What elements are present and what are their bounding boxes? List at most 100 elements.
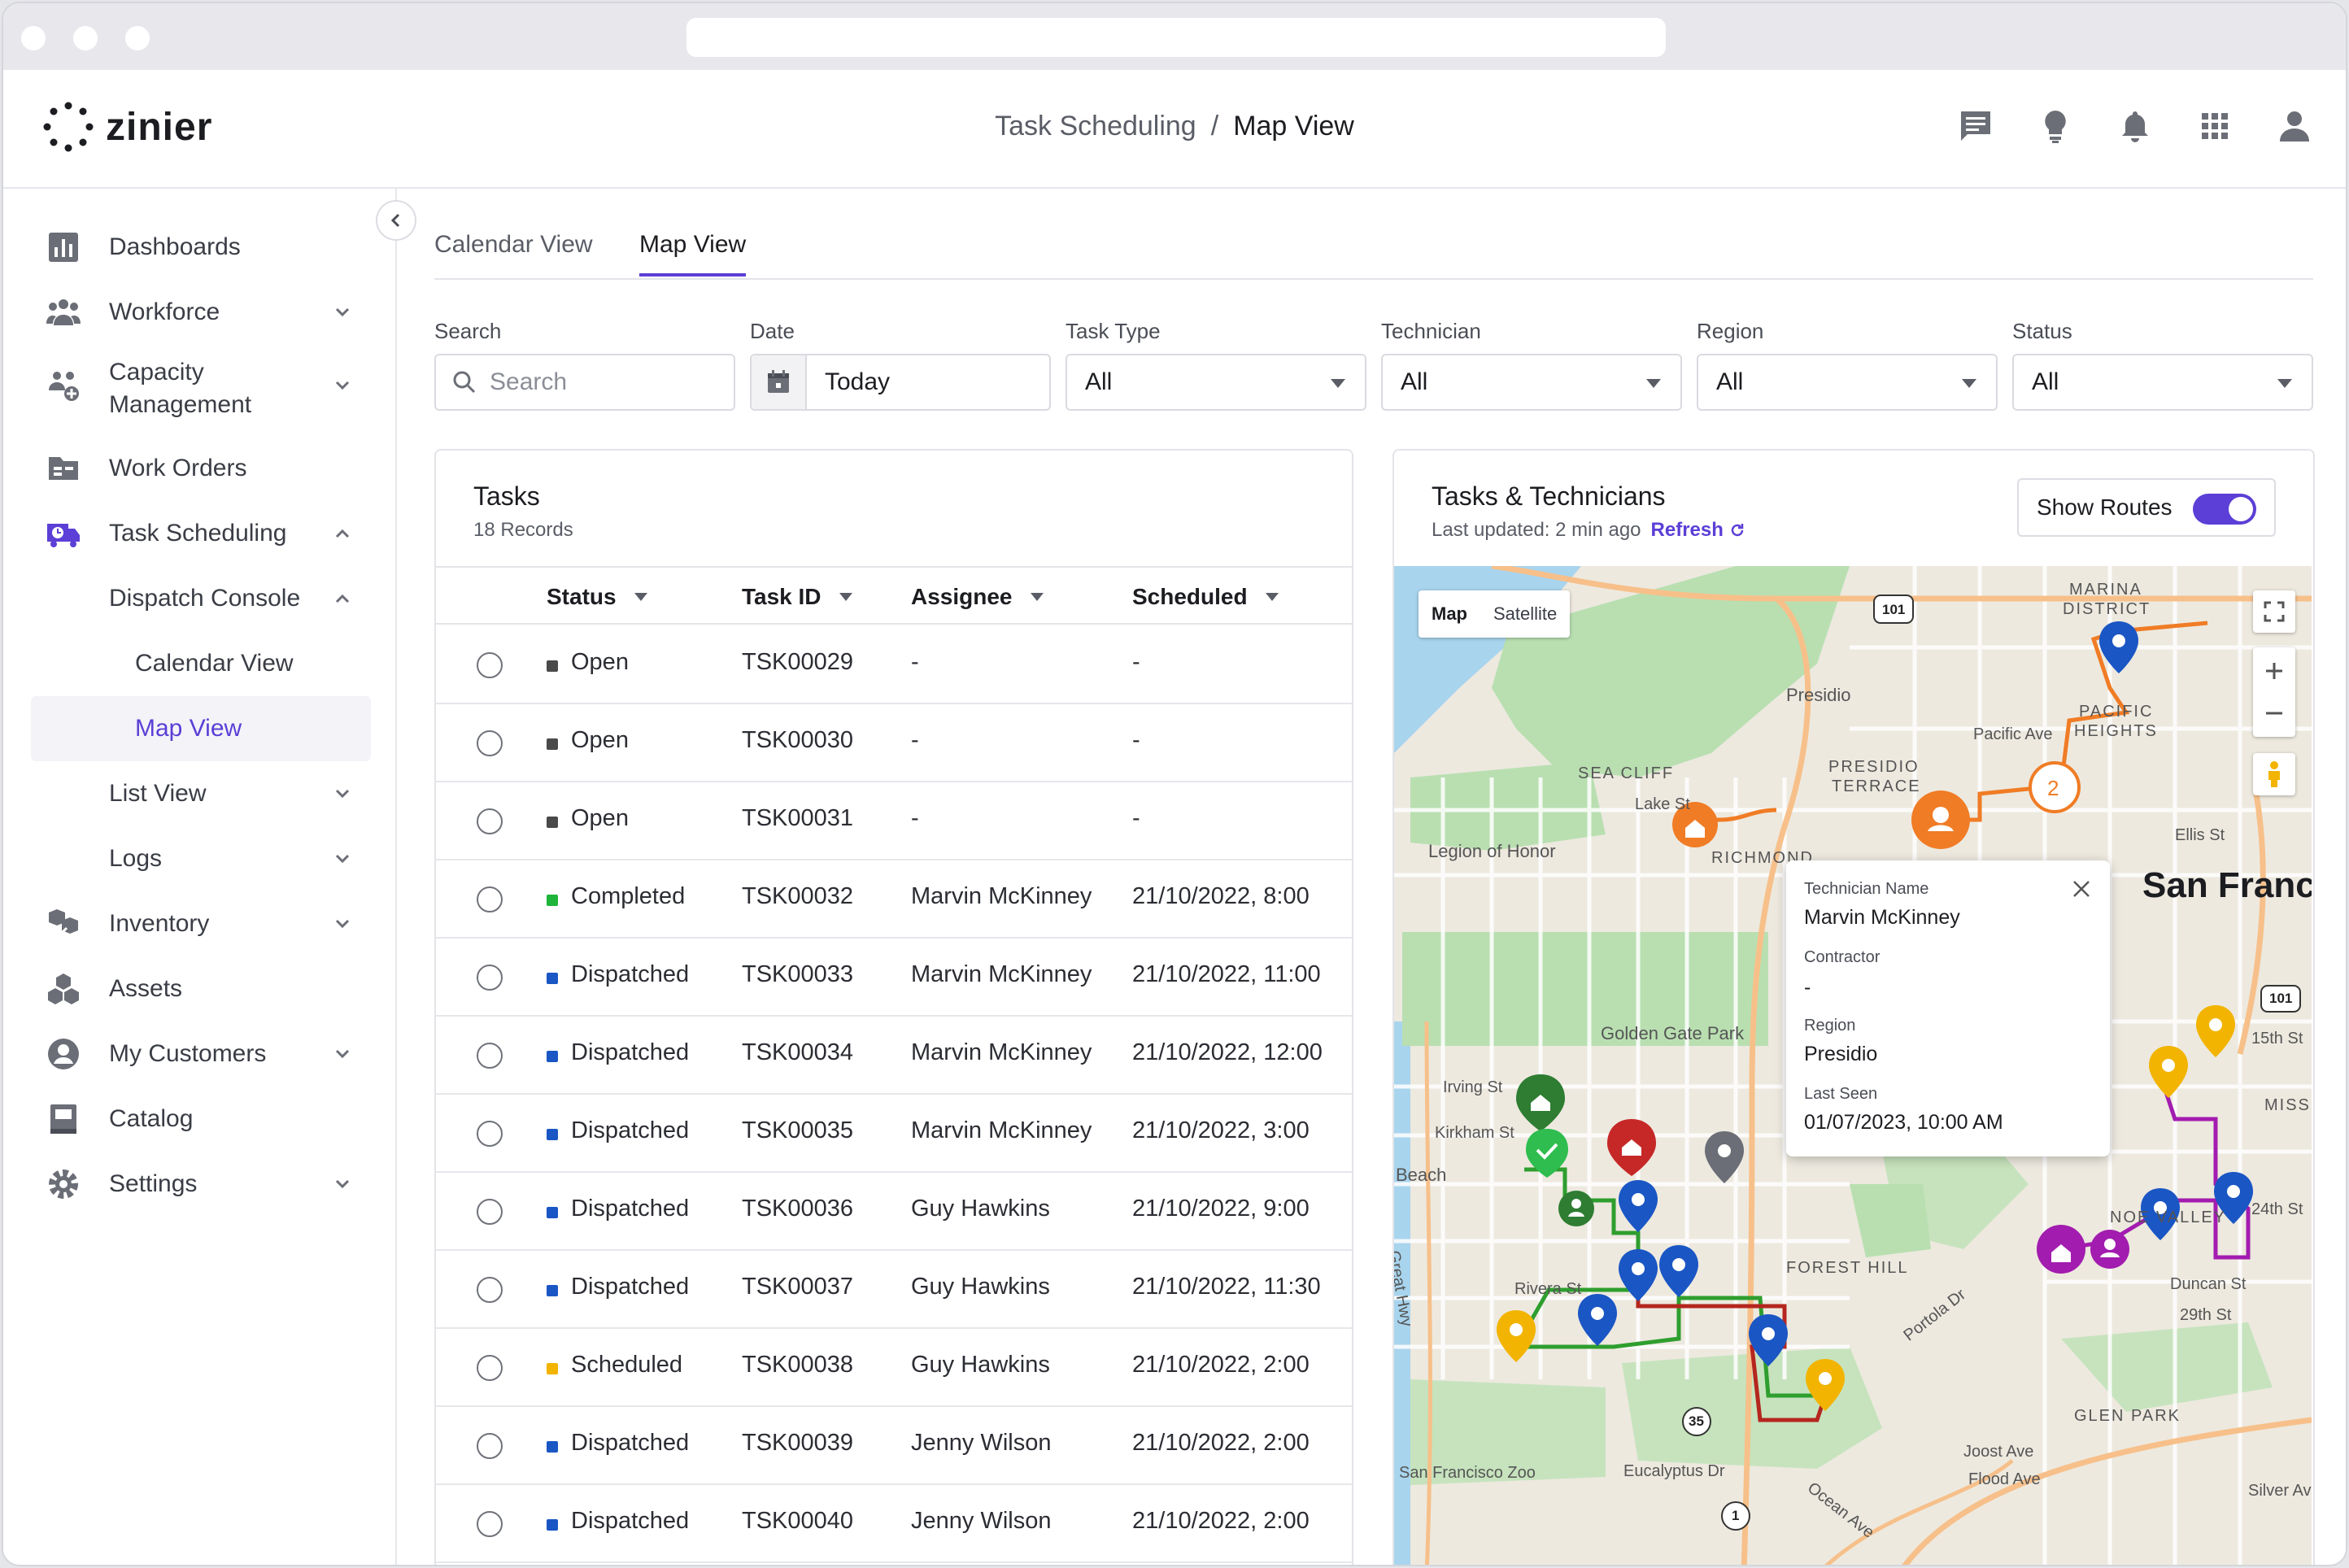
column-header-scheduled[interactable]: Scheduled bbox=[1132, 584, 1279, 610]
lightbulb-icon[interactable] bbox=[2037, 107, 2074, 145]
apps-grid-icon[interactable] bbox=[2196, 107, 2234, 145]
refresh-link[interactable]: Refresh bbox=[1651, 519, 1745, 541]
chevron-up-icon[interactable] bbox=[330, 521, 355, 546]
tasks-panel: Tasks 18 Records Status Task ID Assignee… bbox=[434, 449, 1353, 1565]
search-field[interactable] bbox=[434, 354, 735, 411]
table-row[interactable]: Open TSK00029 - - bbox=[436, 626, 1352, 704]
task-type-select[interactable]: All bbox=[1066, 354, 1366, 411]
table-row[interactable]: Dispatched TSK00034 Marvin McKinney 21/10/2… bbox=[436, 1017, 1352, 1095]
row-select-radio[interactable] bbox=[477, 1199, 503, 1225]
fullscreen-button[interactable] bbox=[2253, 590, 2295, 633]
status-select[interactable]: All bbox=[2012, 354, 2313, 411]
sidebar-item-work-orders[interactable]: Work Orders bbox=[3, 436, 397, 501]
sidebar-item-label: Dashboards bbox=[109, 233, 241, 260]
assignee-cell: - bbox=[911, 805, 919, 831]
row-select-radio[interactable] bbox=[477, 1355, 503, 1381]
zoom-out-icon[interactable] bbox=[2263, 702, 2286, 725]
task-id-cell: TSK00039 bbox=[742, 1430, 854, 1456]
chevron-down-icon[interactable] bbox=[330, 912, 355, 936]
row-select-radio[interactable] bbox=[477, 965, 503, 991]
date-picker[interactable]: Today bbox=[750, 354, 1051, 411]
table-row[interactable]: Scheduled TSK00038 Guy Hawkins 21/10/2022, … bbox=[436, 1329, 1352, 1407]
table-row[interactable]: Dispatched TSK00037 Guy Hawkins 21/10/2022,… bbox=[436, 1251, 1352, 1329]
column-header-assignee[interactable]: Assignee bbox=[911, 584, 1044, 610]
row-select-radio[interactable] bbox=[477, 730, 503, 756]
tab-calendar-view[interactable]: Calendar View bbox=[434, 231, 593, 273]
chevron-down-icon[interactable] bbox=[330, 847, 355, 871]
sidebar-item-my-customers[interactable]: My Customers bbox=[3, 1021, 397, 1087]
table-row[interactable]: Dispatched TSK00035 Marvin McKinney 21/10/2… bbox=[436, 1095, 1352, 1173]
column-header-status[interactable]: Status bbox=[547, 584, 647, 610]
user-avatar-icon[interactable] bbox=[2276, 107, 2313, 145]
sidebar-item-task-scheduling[interactable]: Task Scheduling bbox=[3, 501, 397, 566]
status-cell: Open bbox=[571, 805, 629, 831]
sidebar-collapse-button[interactable] bbox=[376, 200, 416, 241]
row-select-radio[interactable] bbox=[477, 1277, 503, 1303]
sidebar-item-dashboards[interactable]: Dashboards bbox=[3, 215, 397, 280]
row-select-radio[interactable] bbox=[477, 1511, 503, 1537]
table-row[interactable]: Dispatched TSK00036 Guy Hawkins 21/10/2022,… bbox=[436, 1173, 1352, 1251]
column-label: Scheduled bbox=[1132, 584, 1248, 609]
table-row[interactable]: Dispatched TSK00039 Jenny Wilson 21/10/2022… bbox=[436, 1407, 1352, 1485]
chevron-down-icon[interactable] bbox=[330, 782, 355, 806]
row-select-radio[interactable] bbox=[477, 808, 503, 834]
bell-icon[interactable] bbox=[2116, 107, 2154, 145]
table-row[interactable]: Open TSK00031 - - bbox=[436, 782, 1352, 860]
table-row[interactable]: Completed TSK00032 Marvin McKinney 21/10/20… bbox=[436, 860, 1352, 939]
highway-shield-label: 101 bbox=[2269, 991, 2293, 1006]
sidebar-item-capacity-management[interactable]: Capacity Management bbox=[3, 345, 397, 426]
window-close-dot[interactable] bbox=[21, 26, 46, 50]
sidebar-item-inventory[interactable]: Inventory bbox=[3, 891, 397, 956]
close-icon[interactable] bbox=[2071, 878, 2092, 899]
street-view-button[interactable] bbox=[2253, 753, 2295, 795]
sidebar-item-list-view[interactable]: List View bbox=[3, 761, 397, 826]
status-indicator bbox=[547, 817, 558, 828]
cluster-count[interactable]: 2 bbox=[2047, 776, 2059, 801]
table-row[interactable]: Open TSK00030 - - bbox=[436, 704, 1352, 782]
search-input[interactable] bbox=[490, 368, 717, 396]
sidebar-item-dispatch-console[interactable]: Dispatch Console bbox=[3, 566, 397, 631]
row-select-radio[interactable] bbox=[477, 652, 503, 678]
sidebar-item-settings[interactable]: Settings bbox=[3, 1152, 397, 1217]
task-id-cell: TSK00031 bbox=[742, 805, 854, 831]
sidebar-item-catalog[interactable]: Catalog bbox=[3, 1087, 397, 1152]
table-row[interactable]: Dispatched TSK00033 Marvin McKinney 21/10/2… bbox=[436, 939, 1352, 1017]
sidebar-item-calendar-view[interactable]: Calendar View bbox=[3, 631, 397, 696]
row-select-radio[interactable] bbox=[477, 886, 503, 912]
chevron-up-icon[interactable] bbox=[330, 586, 355, 611]
row-select-radio[interactable] bbox=[477, 1433, 503, 1459]
task-id-cell: TSK00036 bbox=[742, 1196, 854, 1222]
chat-icon[interactable] bbox=[1957, 107, 1994, 145]
calendar-button[interactable] bbox=[752, 355, 807, 409]
chevron-down-icon[interactable] bbox=[330, 1042, 355, 1066]
technician-select[interactable]: All bbox=[1381, 354, 1682, 411]
row-select-radio[interactable] bbox=[477, 1121, 503, 1147]
table-row[interactable]: Dispatched TSK00040 Jenny Wilson 21/10/2022… bbox=[436, 1485, 1352, 1563]
sidebar-item-workforce[interactable]: Workforce bbox=[3, 280, 397, 345]
map-label: FOREST HILL bbox=[1786, 1259, 1909, 1277]
browser-window: zinier Task Scheduling / Map View Dashboar… bbox=[2, 2, 2347, 1566]
row-select-radio[interactable] bbox=[477, 1043, 503, 1069]
chevron-down-icon[interactable] bbox=[330, 373, 355, 398]
main-content: Calendar View Map View Search Date Today… bbox=[399, 189, 2346, 1565]
chevron-down-icon[interactable] bbox=[330, 300, 355, 324]
window-maximize-dot[interactable] bbox=[125, 26, 150, 50]
column-header-task-id[interactable]: Task ID bbox=[742, 584, 852, 610]
region-select[interactable]: All bbox=[1697, 354, 1998, 411]
url-bar[interactable] bbox=[686, 18, 1666, 57]
window-minimize-dot[interactable] bbox=[73, 26, 98, 50]
tab-map-view[interactable]: Map View bbox=[639, 231, 747, 277]
sidebar-item-assets[interactable]: Assets bbox=[3, 956, 397, 1021]
breadcrumb-parent[interactable]: Task Scheduling bbox=[995, 111, 1196, 142]
map-canvas[interactable]: Presidio MARINA DISTRICT PACIFIC HEIGHTS… bbox=[1394, 566, 2312, 1565]
capacity-icon bbox=[49, 372, 79, 401]
map-type-map-button[interactable]: Map bbox=[1419, 590, 1480, 638]
sidebar-item-logs[interactable]: Logs bbox=[3, 826, 397, 891]
sidebar-item-map-view[interactable]: Map View bbox=[31, 696, 371, 761]
chevron-down-icon[interactable] bbox=[330, 1172, 355, 1196]
status-cell: Scheduled bbox=[571, 1352, 683, 1378]
status-indicator bbox=[547, 1129, 558, 1140]
show-routes-toggle[interactable] bbox=[2193, 494, 2256, 525]
zoom-in-icon[interactable] bbox=[2263, 660, 2286, 682]
map-type-satellite-button[interactable]: Satellite bbox=[1480, 590, 1570, 638]
